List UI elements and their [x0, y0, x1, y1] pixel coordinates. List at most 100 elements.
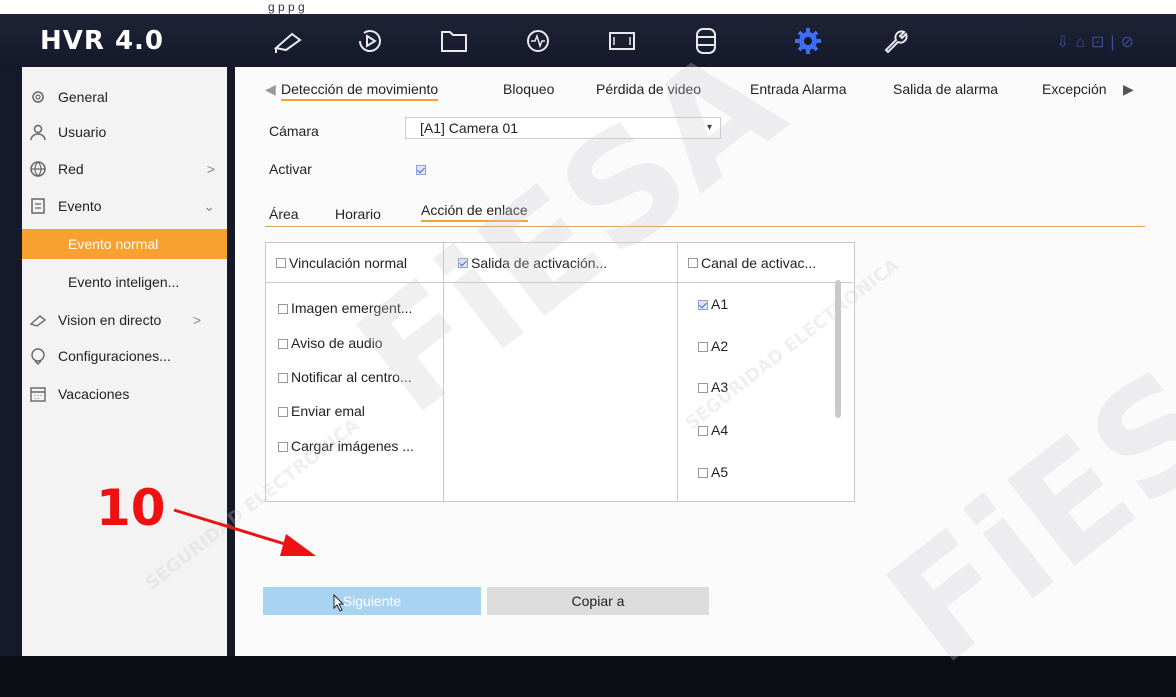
mouse-cursor-icon: [333, 594, 345, 612]
checkbox-icon: [698, 383, 708, 394]
playback-icon[interactable]: [352, 24, 388, 58]
calendar-icon: [28, 384, 48, 404]
tab-entrada-alarma[interactable]: Entrada Alarma: [750, 81, 847, 97]
copy-to-button[interactable]: Copiar a: [487, 587, 709, 615]
tab-bloqueo[interactable]: Bloqueo: [503, 81, 554, 97]
camera-icon: [28, 310, 48, 330]
item-label: A2: [711, 338, 729, 354]
file-icon[interactable]: [436, 24, 472, 58]
channel-item-a5[interactable]: A5: [698, 464, 728, 480]
sidebar-item-usuario[interactable]: Usuario: [22, 116, 227, 148]
item-label: Aviso de audio: [291, 335, 383, 351]
app-logo: HVR 4.0: [40, 26, 165, 56]
sidebar-item-label: General: [58, 89, 108, 105]
sidebar-item-vacaciones[interactable]: Vacaciones: [22, 378, 227, 410]
live-view-icon[interactable]: [270, 24, 306, 58]
checkbox-icon: [698, 342, 708, 353]
checkbox-icon: [688, 257, 698, 268]
checkbox-icon: [416, 165, 426, 176]
linkage-table: Vinculación normal Imagen emergent... Av…: [265, 242, 855, 502]
list-item[interactable]: Enviar emal: [278, 403, 365, 419]
column-trigger-output: Salida de activación...: [444, 243, 678, 501]
checkbox-icon: [278, 442, 288, 453]
annotation-arrow-icon: [173, 508, 316, 556]
caption-strip: g p p g: [0, 0, 1176, 14]
camera-select[interactable]: [A1] Camera 01 ▾: [405, 117, 721, 139]
sidebar: General Usuario Red > Evento ⌄ Evento no…: [22, 67, 227, 656]
tab-deteccion-movimiento[interactable]: Detección de movimiento: [281, 81, 439, 101]
channel-scrollbar[interactable]: [835, 280, 841, 418]
tab-scroll-right-icon[interactable]: ▶: [1123, 81, 1134, 98]
tab-salida-alarma[interactable]: Salida de alarma: [893, 81, 998, 97]
channel-item-a1[interactable]: A1: [698, 296, 728, 312]
channel-item-a4[interactable]: A4: [698, 422, 728, 438]
item-label: Imagen emergent...: [291, 300, 413, 316]
sidebar-item-evento[interactable]: Evento ⌄: [22, 190, 227, 222]
sidebar-item-label: Vacaciones: [58, 386, 130, 402]
sidebar-item-configuraciones[interactable]: Configuraciones...: [22, 340, 227, 372]
chevron-right-icon: >: [206, 161, 215, 177]
sidebar-item-red[interactable]: Red >: [22, 153, 227, 185]
subtab-horario[interactable]: Horario: [335, 206, 381, 222]
channel-item-a3[interactable]: A3: [698, 379, 728, 395]
user-icon: [28, 122, 48, 142]
header-trigger-channel[interactable]: Canal de activac...: [678, 243, 853, 283]
gear-icon: [28, 87, 48, 107]
header-label: Canal de activac...: [701, 254, 817, 271]
checkbox-icon: [278, 304, 288, 315]
camera-select-value: [A1] Camera 01: [420, 120, 519, 136]
tab-perdida-video[interactable]: Pérdida de video: [596, 81, 701, 97]
sidebar-item-label: Vision en directo: [58, 312, 162, 328]
column-trigger-channel: Canal de activac... A1 A2 A3 A4 A5: [678, 243, 853, 501]
item-label: A4: [711, 422, 729, 438]
sidebar-subitem-evento-inteligente[interactable]: Evento inteligen...: [22, 267, 227, 297]
main-panel: ◀ Detección de movimiento Bloqueo Pérdid…: [235, 67, 1176, 656]
subtab-area[interactable]: Área: [269, 206, 299, 222]
header-label: Salida de activación...: [471, 254, 608, 271]
item-label: A5: [711, 464, 729, 480]
checkbox-icon: [698, 426, 708, 437]
maintenance-icon[interactable]: [876, 24, 912, 58]
item-label: Cargar imágenes ...: [291, 438, 414, 454]
channel-item-a2[interactable]: A2: [698, 338, 728, 354]
checkbox-icon: [698, 468, 708, 479]
sub-tabs: Área Horario Acción de enlace: [265, 202, 1145, 227]
list-item[interactable]: Imagen emergent...: [278, 300, 412, 316]
settings-icon[interactable]: [790, 24, 826, 58]
dvr-screen: HVR 4.0 ⇩⌂⊡|⊘ General Usuario Red > Even…: [0, 14, 1176, 697]
next-button[interactable]: Siguiente: [263, 587, 481, 615]
analytics-icon[interactable]: [520, 24, 556, 58]
subtab-accion-enlace[interactable]: Acción de enlace: [421, 202, 528, 222]
chevron-down-icon: ▾: [706, 122, 712, 133]
sidebar-item-label: Red: [58, 161, 84, 177]
sidebar-item-general[interactable]: General: [22, 81, 227, 113]
chevron-right-icon: >: [192, 312, 201, 328]
status-icons[interactable]: ⇩⌂⊡|⊘: [1056, 32, 1140, 52]
tab-scroll-left-icon[interactable]: ◀: [265, 81, 276, 98]
sidebar-item-label: Evento: [58, 198, 102, 214]
tab-excepcion[interactable]: Excepción: [1042, 81, 1107, 97]
event-icon: [28, 196, 48, 216]
checkbox-icon: [278, 339, 288, 350]
checkbox-icon: [276, 257, 286, 268]
item-label: A3: [711, 379, 729, 395]
header-trigger-output[interactable]: Salida de activación...: [444, 243, 677, 283]
sidebar-subitem-evento-normal[interactable]: Evento normal: [22, 229, 227, 259]
sidebar-item-vision-en-directo[interactable]: Vision en directo >: [22, 304, 227, 336]
enable-checkbox[interactable]: [416, 161, 429, 177]
globe-icon: [28, 159, 48, 179]
header-normal-linkage[interactable]: Vinculación normal: [266, 243, 443, 283]
chevron-down-icon: ⌄: [203, 197, 215, 214]
enable-label: Activar: [269, 161, 312, 177]
sidebar-item-label: Configuraciones...: [58, 348, 171, 364]
list-item[interactable]: Cargar imágenes ...: [278, 438, 414, 454]
display-icon[interactable]: [604, 24, 640, 58]
storage-icon[interactable]: [688, 24, 724, 58]
sidebar-item-label: Usuario: [58, 124, 107, 140]
camera-label: Cámara: [269, 123, 319, 139]
event-tabs: ◀ Detección de movimiento Bloqueo Pérdid…: [265, 81, 1175, 105]
list-item[interactable]: Aviso de audio: [278, 335, 383, 351]
top-toolbar: HVR 4.0 ⇩⌂⊡|⊘: [0, 14, 1176, 69]
step-number-annotation: 10: [96, 479, 166, 537]
list-item[interactable]: Notificar al centro...: [278, 369, 412, 385]
